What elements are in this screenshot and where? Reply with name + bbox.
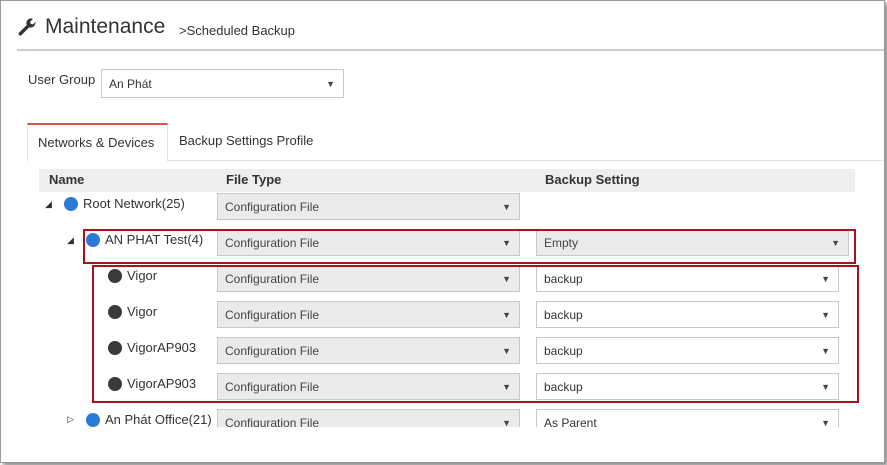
chevron-down-icon: ▼ [821,310,830,320]
select-value: Configuration File [225,236,320,250]
file-type-select[interactable]: Configuration File ▼ [217,265,520,292]
select-value: backup [544,380,583,394]
file-type-select[interactable]: Configuration File ▼ [217,229,520,256]
page-title: Maintenance [45,15,166,38]
chevron-down-icon: ▼ [502,202,511,212]
tab-label: Backup Settings Profile [179,133,314,148]
tab-label: Networks & Devices [38,135,155,150]
user-group-value: An Phát [109,77,152,91]
network-icon [64,197,78,211]
select-value: Configuration File [225,380,320,394]
wrench-icon [18,18,36,36]
tab-bar: Networks & Devices Backup Settings Profi… [27,123,884,161]
backup-setting-select[interactable]: backup ▼ [536,265,839,292]
user-group-label: User Group [28,72,96,87]
tab-networks-devices[interactable]: Networks & Devices [27,123,168,161]
select-value: Configuration File [225,308,320,322]
device-icon [108,341,122,355]
select-value: Configuration File [225,200,320,214]
chevron-down-icon: ▼ [821,346,830,356]
device-name[interactable]: Vigor [127,268,157,283]
device-name[interactable]: VigorAP903 [127,340,196,355]
select-value: backup [544,344,583,358]
tree-node-label[interactable]: An Phát Office(21) [105,412,212,427]
column-header-name: Name [49,172,85,187]
chevron-down-icon: ▼ [502,310,511,320]
chevron-down-icon: ▼ [831,238,840,248]
backup-setting-select[interactable]: backup ▼ [536,337,839,364]
scroll-clip [1,427,884,462]
window-frame: Maintenance >Scheduled Backup User Group… [0,0,885,463]
backup-setting-select[interactable]: backup ▼ [536,301,839,328]
select-value: backup [544,308,583,322]
column-header-file-type: File Type [226,172,282,187]
select-value: backup [544,272,583,286]
breadcrumb: >Scheduled Backup [179,23,296,38]
expand-toggle-icon[interactable]: ▷ [67,414,74,425]
chevron-down-icon: ▼ [502,382,511,392]
chevron-down-icon: ▼ [821,274,830,284]
chevron-down-icon: ▼ [502,238,511,248]
device-icon [108,377,122,391]
collapse-toggle-icon[interactable]: ◢ [45,199,52,210]
chevron-down-icon: ▼ [502,346,511,356]
collapse-toggle-icon[interactable]: ◢ [67,235,74,246]
tree-node-label[interactable]: AN PHAT Test(4) [105,232,203,247]
device-icon [108,305,122,319]
device-icon [108,269,122,283]
chevron-down-icon: ▼ [502,274,511,284]
tree-node-label[interactable]: Root Network(25) [83,196,185,211]
file-type-select[interactable]: Configuration File ▼ [217,301,520,328]
network-icon [86,413,100,427]
device-name[interactable]: Vigor [127,304,157,319]
file-type-select[interactable]: Configuration File ▼ [217,373,520,400]
table-header: Name File Type Backup Setting [39,169,855,192]
backup-setting-select[interactable]: backup ▼ [536,373,839,400]
select-value: Configuration File [225,272,320,286]
chevron-down-icon: ▼ [821,382,830,392]
network-icon [86,233,100,247]
user-group-select[interactable]: An Phát ▼ [101,69,344,98]
column-header-backup-setting: Backup Setting [545,172,640,187]
select-value: Configuration File [225,344,320,358]
tab-backup-settings-profile[interactable]: Backup Settings Profile [169,123,323,160]
file-type-select[interactable]: Configuration File ▼ [217,193,520,220]
device-name[interactable]: VigorAP903 [127,376,196,391]
file-type-select[interactable]: Configuration File ▼ [217,337,520,364]
select-value: Empty [544,236,579,250]
backup-setting-select[interactable]: Empty ▼ [536,229,849,256]
chevron-down-icon: ▼ [326,79,335,89]
